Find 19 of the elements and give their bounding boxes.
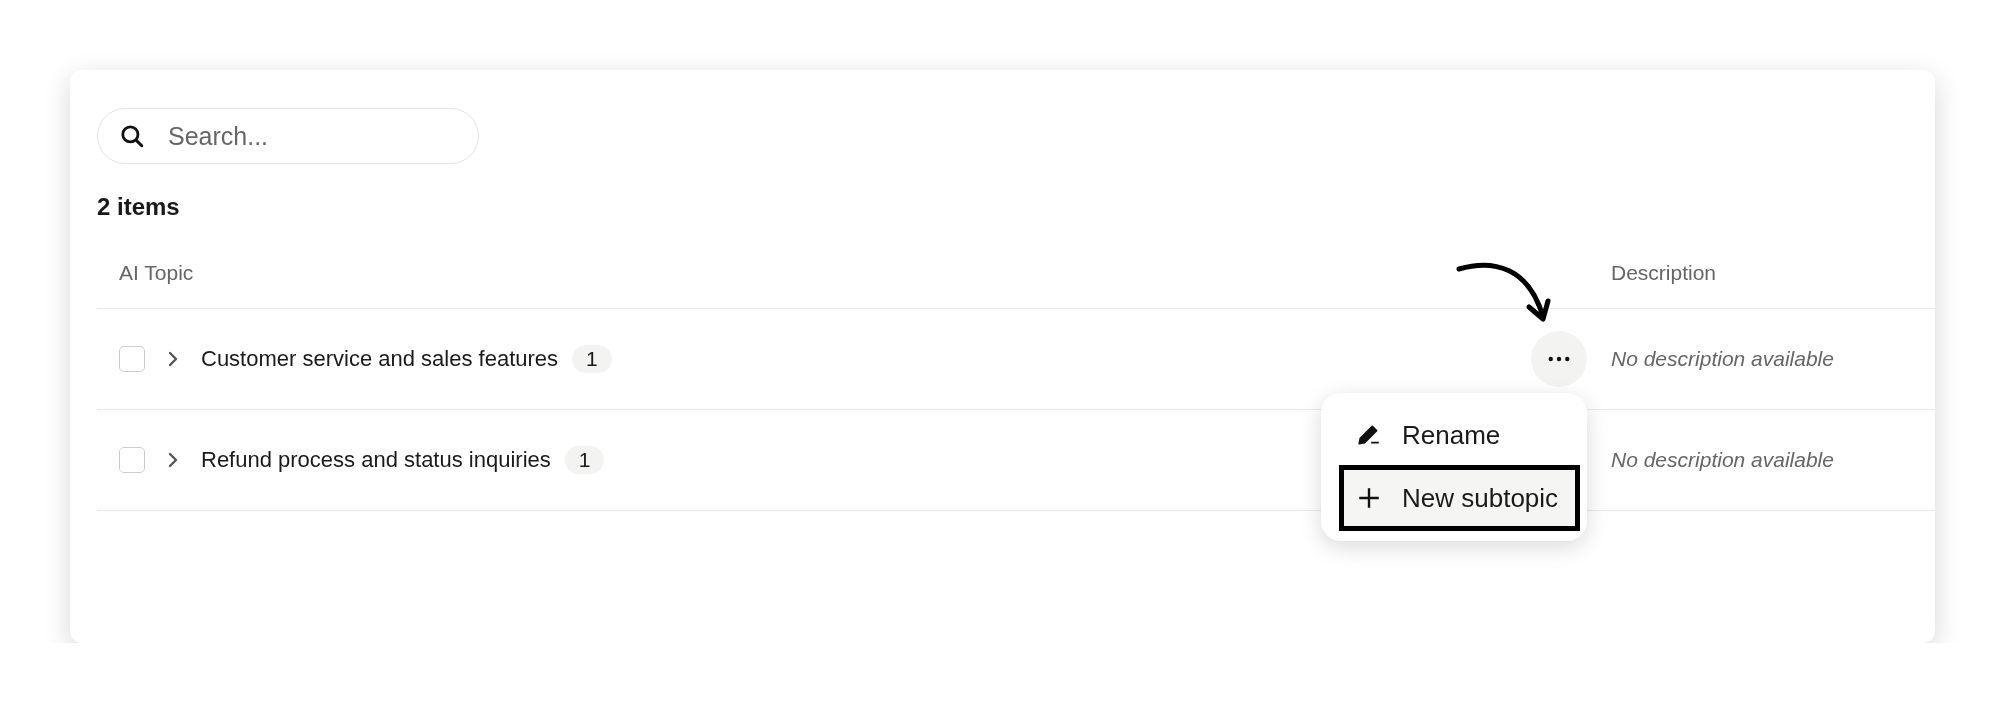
more-icon: [1548, 356, 1570, 362]
menu-item[interactable]: New subtopic: [1339, 465, 1580, 531]
more-button[interactable]: [1531, 331, 1587, 387]
chevron-icon[interactable]: [167, 351, 179, 367]
description-cell-text: No description available: [1610, 347, 1835, 371]
menu-item[interactable]: Rename: [1339, 409, 1580, 461]
checkbox[interactable]: [119, 346, 145, 372]
item-count: 2 items: [97, 192, 181, 222]
topic-title: Customer service and sales features: [201, 346, 559, 372]
search-field[interactable]: Search...: [97, 108, 479, 164]
count-badge: 1: [572, 345, 612, 373]
chevron-icon[interactable]: [167, 452, 179, 468]
description-cell-text: No description available: [1610, 448, 1835, 472]
count-badge: 1: [564, 446, 605, 474]
checkbox[interactable]: [119, 447, 145, 473]
column-header: AI Topic: [118, 261, 195, 285]
column-header: Description: [1610, 261, 1718, 285]
plus-icon: [1356, 485, 1382, 511]
topic-title: Refund process and status inquiries: [201, 447, 551, 473]
